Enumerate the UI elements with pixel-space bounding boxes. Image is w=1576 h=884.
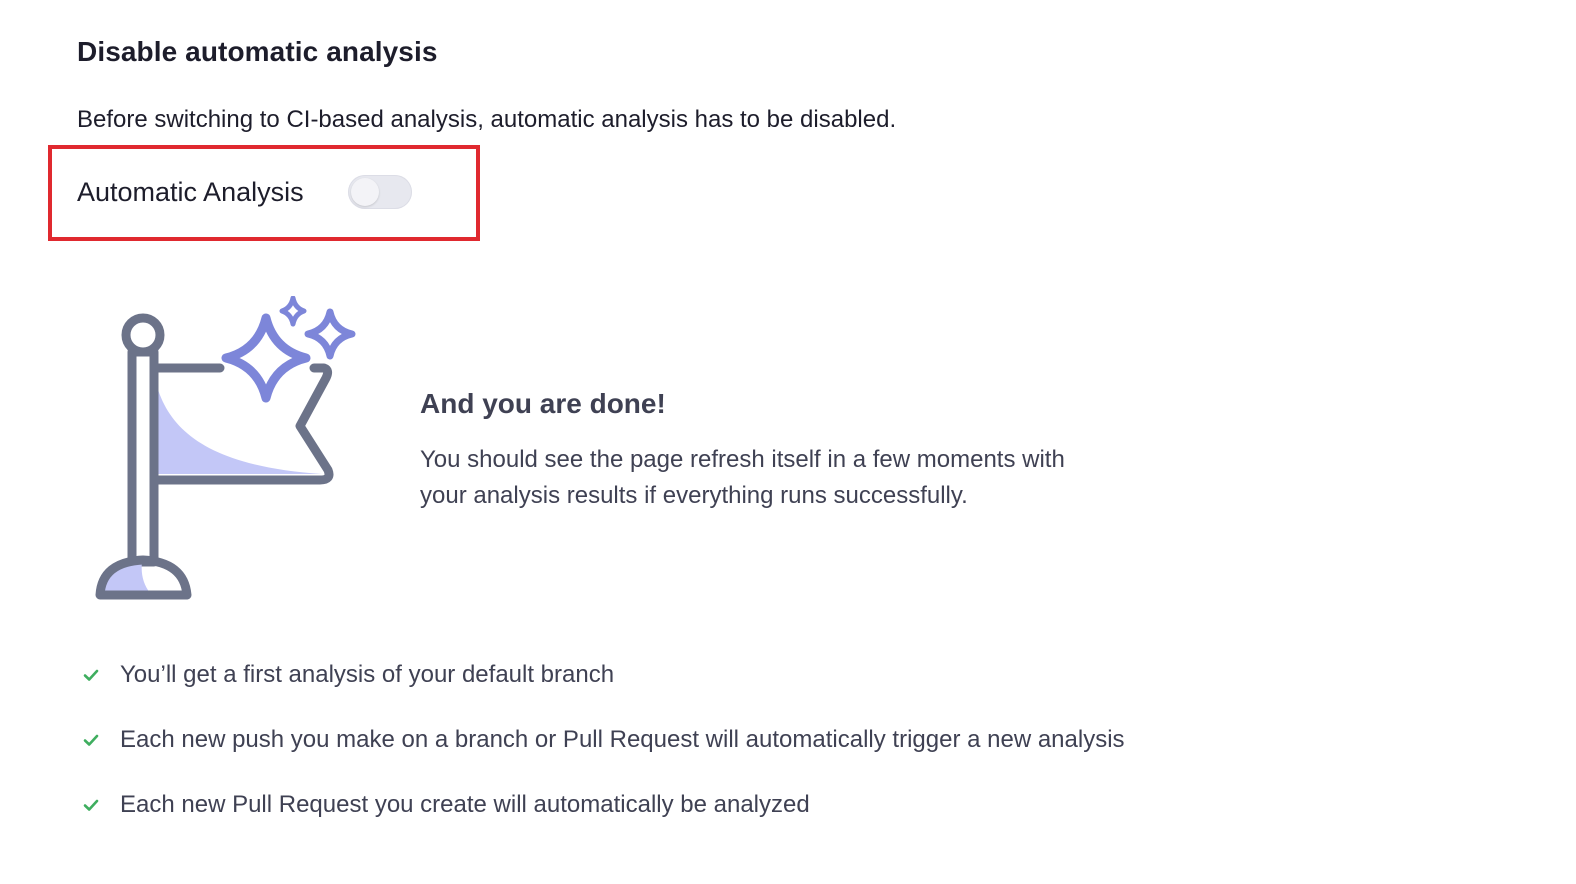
benefit-text: Each new push you make on a branch or Pu…: [120, 726, 1125, 753]
benefit-list: You’ll get a first analysis of your defa…: [80, 656, 1125, 851]
check-icon: [83, 669, 99, 681]
check-icon: [83, 799, 99, 811]
flag-pole: [127, 347, 159, 567]
benefit-text: You’ll get a first analysis of your defa…: [120, 661, 615, 688]
check-icon: [83, 734, 99, 746]
sparkle-medium: [304, 308, 356, 360]
page: Disable automatic analysis Before switch…: [0, 0, 1576, 884]
automatic-analysis-toggle[interactable]: [347, 175, 412, 209]
done-description-line-1: You should see the page refresh itself i…: [420, 446, 1065, 473]
toggle-label: Automatic Analysis: [77, 176, 304, 207]
done-title: And you are done!: [420, 388, 666, 419]
toggle-knob: [350, 178, 379, 206]
section-title: Disable automatic analysis: [77, 36, 438, 67]
done-description: You should see the page refresh itself i…: [420, 442, 1180, 514]
list-item: Each new push you make on a branch or Pu…: [80, 721, 1125, 759]
benefit-text: Each new Pull Request you create will au…: [120, 791, 810, 818]
list-item: Each new Pull Request you create will au…: [80, 786, 1125, 824]
sparkle-large: [221, 313, 311, 403]
flag-pole-ball: [121, 313, 165, 357]
sparkle-small: [279, 296, 307, 327]
section-description: Before switching to CI-based analysis, a…: [77, 106, 897, 133]
list-item: You’ll get a first analysis of your defa…: [80, 656, 1125, 694]
done-description-line-2: your analysis results if everything runs…: [420, 482, 968, 509]
flag-illustration: [95, 296, 356, 600]
automatic-analysis-toggle-row: Automatic Analysis: [77, 170, 412, 214]
